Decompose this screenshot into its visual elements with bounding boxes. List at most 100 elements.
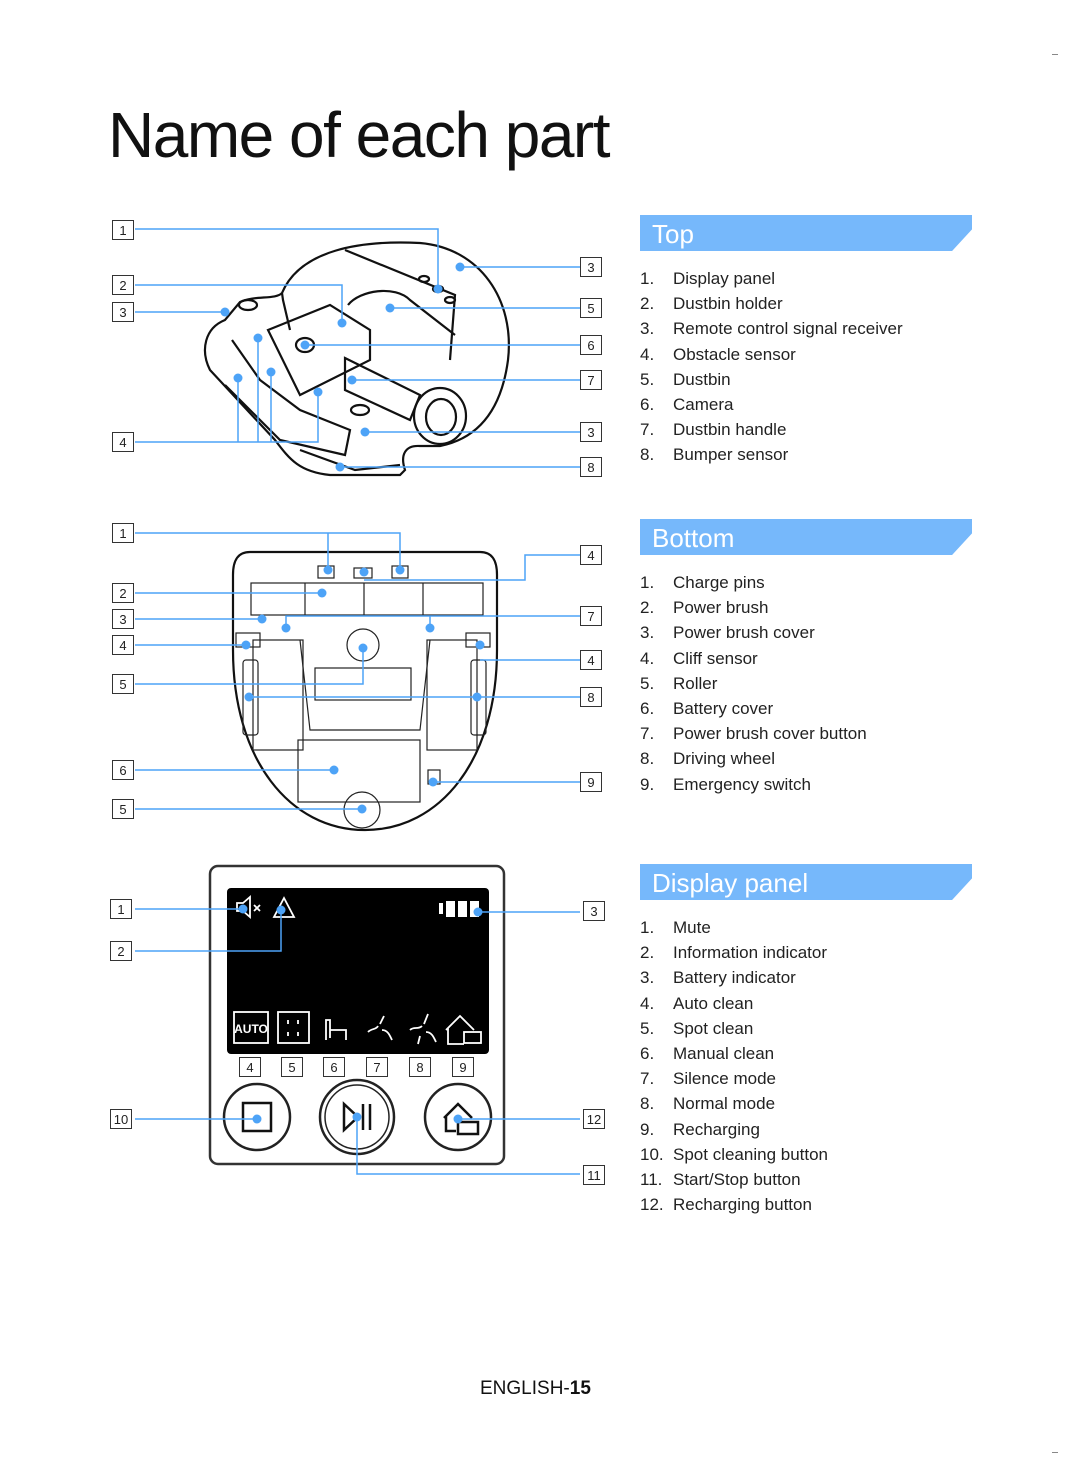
- top-callout-left: 4: [112, 432, 134, 452]
- list-item: 5. Dustbin: [640, 369, 731, 389]
- panel-callout-right: 11: [583, 1165, 605, 1185]
- list-item: 1. Charge pins: [640, 573, 765, 592]
- list-item: 5. Roller: [640, 673, 718, 693]
- top-callout-right: 3: [580, 422, 602, 442]
- list-item: 8. Driving wheel: [640, 749, 776, 769]
- robot-bottom-outline: [231, 550, 499, 832]
- bottom-callout-left: 5: [112, 674, 134, 694]
- bottom-callout-left: 1: [112, 523, 134, 543]
- list-item: 1. Mute: [640, 918, 711, 937]
- display-panel-parts-list: 1. Mute 2. Information indicator 3. Battery…: [640, 915, 828, 1217]
- panel-callout-left: 1: [110, 899, 132, 919]
- section-header-bottom: Bottom: [640, 519, 972, 555]
- bottom-callout-left: 6: [112, 760, 134, 780]
- panel-callout-left: 10: [110, 1109, 132, 1129]
- recharging-button: [423, 1082, 493, 1152]
- silence-mode-icon: [367, 1015, 393, 1041]
- list-item: 3. Remote control signal receiver: [640, 319, 903, 339]
- panel-callout-right: 12: [583, 1109, 605, 1129]
- list-item: 8. Normal mode: [640, 1094, 776, 1114]
- top-callout-right: 5: [580, 298, 602, 318]
- bottom-parts-list: 1. Charge pins 2. Power brush 3. Power brus…: [640, 570, 867, 797]
- top-callout-right: 7: [580, 370, 602, 390]
- bottom-callout-right: 4: [580, 650, 602, 670]
- crop-mark-top: [1052, 54, 1058, 55]
- auto-clean-label: AUTO: [234, 1022, 268, 1036]
- page-title: Name of each part: [108, 99, 611, 171]
- panel-leader-lines: [135, 908, 580, 1175]
- list-item: 11. Start/Stop button: [640, 1169, 801, 1189]
- list-item: 7. Silence mode: [640, 1069, 777, 1089]
- list-item: 9. Recharging: [640, 1119, 760, 1139]
- list-item: 6. Battery cover: [640, 698, 774, 718]
- panel-callout-under: 5: [281, 1057, 303, 1077]
- recharging-icon: [445, 1014, 475, 1045]
- section-header-top: Top: [640, 215, 972, 251]
- list-item: 12. Recharging button: [640, 1195, 812, 1215]
- footer-language: ENGLISH-: [480, 1378, 570, 1399]
- panel-callout-under: 9: [452, 1057, 474, 1077]
- bottom-callout-left: 4: [112, 635, 134, 655]
- list-item: 1. Display panel: [640, 269, 776, 288]
- bottom-leader-dots: [241, 565, 485, 814]
- panel-callout-under: 7: [366, 1057, 388, 1077]
- panel-screen: [227, 888, 489, 1054]
- list-item: 7. Dustbin handle: [640, 420, 787, 440]
- top-callout-right: 8: [580, 457, 602, 477]
- top-callout-left: 2: [112, 275, 134, 295]
- list-item: 9. Emergency switch: [640, 774, 811, 794]
- top-parts-list: 1. Display panel 2. Dustbin holder 3. Remot…: [640, 266, 903, 468]
- list-item: 4. Cliff sensor: [640, 648, 758, 668]
- page-number: 15: [569, 1378, 591, 1399]
- list-item: 6. Manual clean: [640, 1043, 775, 1063]
- bottom-callout-left: 3: [112, 609, 134, 629]
- manual-clean-icon: [325, 1019, 347, 1040]
- page-footer: ENGLISH-15: [480, 1378, 591, 1400]
- list-item: 2. Information indicator: [640, 943, 828, 963]
- panel-callout-under: 6: [323, 1057, 345, 1077]
- panel-callout-under: 4: [239, 1057, 261, 1077]
- bottom-callout-right: 7: [580, 606, 602, 626]
- list-item: 3. Power brush cover: [640, 623, 815, 643]
- top-callout-left: 3: [112, 302, 134, 322]
- list-item: 7. Power brush cover button: [640, 724, 867, 744]
- panel-callout-left: 2: [110, 941, 132, 961]
- crop-mark-bottom: [1052, 1452, 1058, 1453]
- top-callout-right: 6: [580, 335, 602, 355]
- bottom-leader-lines: [135, 532, 580, 810]
- list-item: 8. Bumper sensor: [640, 445, 789, 465]
- bottom-callout-right: 8: [580, 687, 602, 707]
- list-item: 3. Battery indicator: [640, 968, 796, 988]
- bottom-callout-left: 5: [112, 799, 134, 819]
- warning-icon: [272, 896, 296, 918]
- bottom-callout-left: 2: [112, 583, 134, 603]
- panel-callout-right: 3: [583, 901, 605, 921]
- list-item: 2. Dustbin holder: [640, 294, 783, 314]
- panel-buttons: [222, 1078, 493, 1156]
- start-stop-button: [318, 1078, 396, 1156]
- screen-icons: [233, 895, 482, 1045]
- spot-clean-icon: [277, 1011, 310, 1044]
- top-callout-right: 3: [580, 257, 602, 277]
- mute-icon: [236, 895, 251, 919]
- normal-mode-icon: [409, 1013, 437, 1045]
- robot-bottom-details: [235, 565, 491, 829]
- bottom-callout-right: 9: [580, 772, 602, 792]
- panel-leader-dots: [238, 904, 483, 1124]
- button-glyphs: [241, 1101, 480, 1136]
- list-item: 6. Camera: [640, 394, 734, 414]
- panel-frame: [208, 864, 506, 1166]
- list-item: 4. Obstacle sensor: [640, 344, 796, 364]
- list-item: 4. Auto clean: [640, 993, 754, 1013]
- list-item: 5. Spot clean: [640, 1018, 754, 1038]
- section-header-display-panel: Display panel: [640, 864, 972, 900]
- bottom-callout-right: 4: [580, 545, 602, 565]
- top-callout-left: 1: [112, 220, 134, 240]
- spot-cleaning-button: [222, 1082, 292, 1152]
- robot-top-outline: [203, 241, 510, 477]
- auto-clean-icon: [233, 1011, 269, 1044]
- top-leader-lines: [135, 228, 580, 468]
- list-item: 2. Power brush: [640, 598, 769, 618]
- panel-callout-under: 8: [409, 1057, 431, 1077]
- top-leader-dots: [220, 262, 465, 472]
